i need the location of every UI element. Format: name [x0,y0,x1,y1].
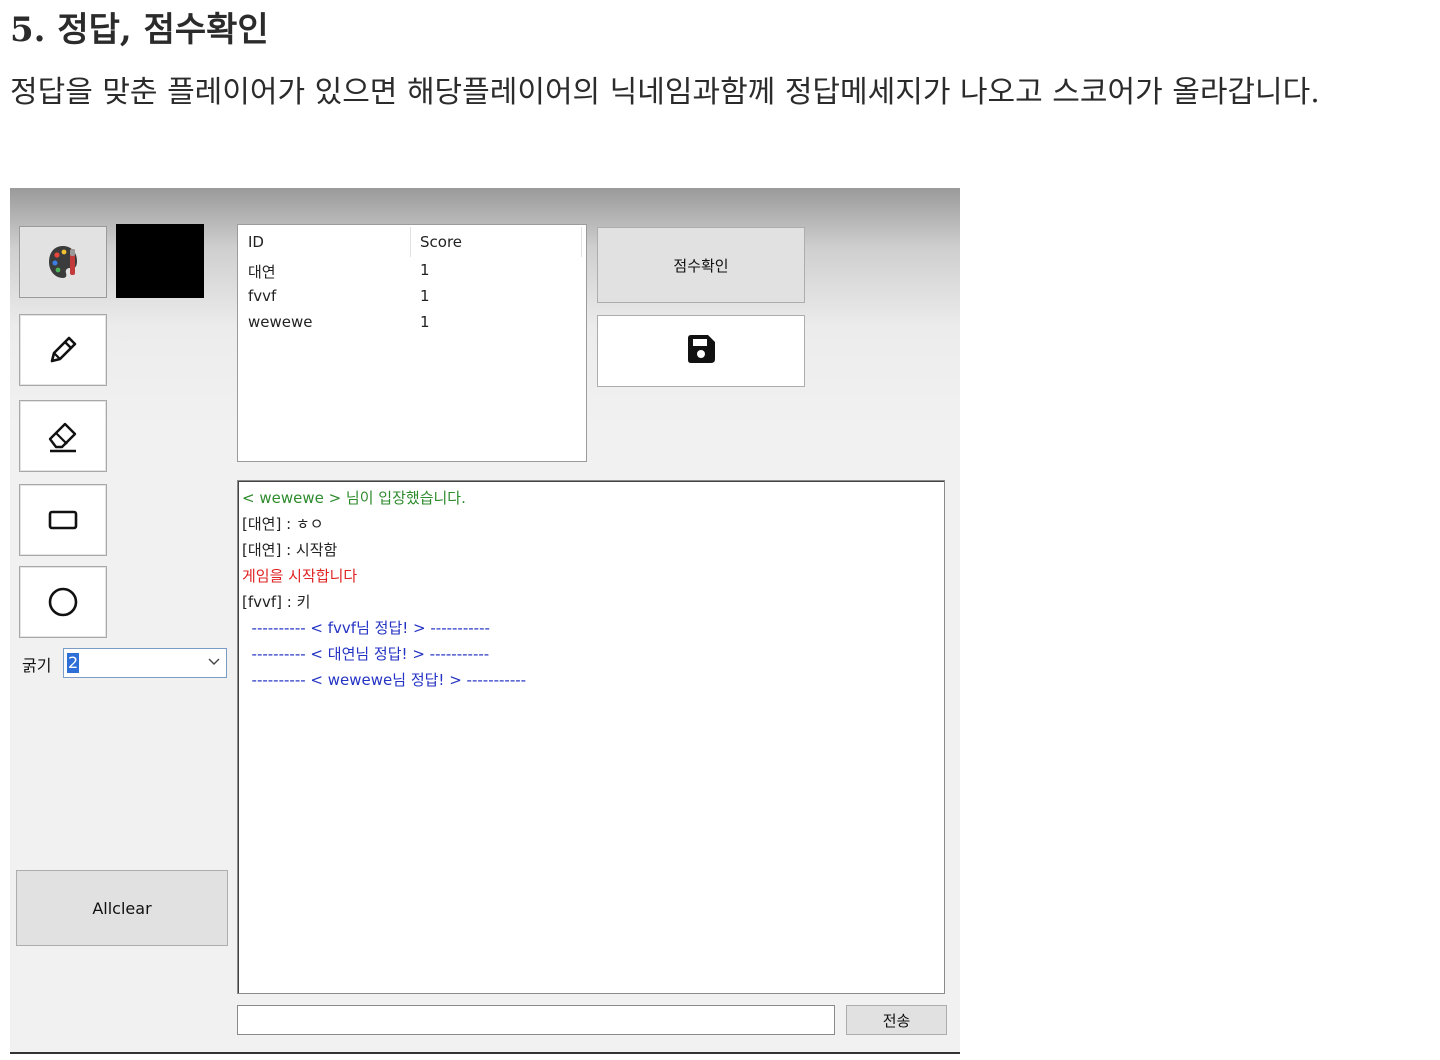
rectangle-button[interactable] [19,484,107,556]
chat-line: [대연] : 시작함 [242,541,338,559]
player-id: wewewe [248,313,313,331]
thickness-value: 2 [67,653,80,673]
allclear-button[interactable]: Allclear [16,870,228,946]
send-button[interactable]: 전송 [846,1005,947,1035]
check-score-button[interactable]: 점수확인 [597,227,805,303]
pencil-icon [46,333,80,367]
player-score: 1 [420,313,430,331]
rectangle-icon [47,508,79,532]
circle-icon [46,585,80,619]
palette-button[interactable] [19,226,107,298]
score-row[interactable]: 대연 1 [238,259,583,285]
save-button[interactable] [597,315,805,387]
thickness-select[interactable]: 2 [63,648,227,678]
column-divider [410,227,411,257]
chevron-down-icon[interactable] [208,655,220,669]
player-score: 1 [420,287,430,305]
chat-log[interactable]: < wewewe > 님이 입장했습니다. [대연] : ㅎㅇ [대연] : 시… [237,480,945,994]
column-header-score[interactable]: Score [420,233,462,251]
pencil-button[interactable] [19,314,107,386]
eraser-icon [46,419,80,453]
app-window: 굵기 2 Allclear ID Score 대연 1 fvvf 1 wewew… [10,188,960,1054]
chat-line: 게임을 시작합니다 [242,567,358,585]
player-score: 1 [420,261,430,279]
player-id: 대연 [248,263,276,281]
score-row[interactable]: wewewe 1 [238,311,583,337]
circle-button[interactable] [19,566,107,638]
chat-line: ---------- < fvvf님 정답! > ----------- [242,619,490,637]
eraser-button[interactable] [19,400,107,472]
chat-line: [대연] : ㅎㅇ [242,515,324,533]
chat-line: ---------- < 대연님 정답! > ----------- [242,645,490,663]
score-row[interactable]: fvvf 1 [238,285,583,311]
score-list[interactable]: ID Score 대연 1 fvvf 1 wewewe 1 [237,224,587,462]
section-heading: 5. 정답, 점수확인 [10,10,269,50]
section-description: 정답을 맞춘 플레이어가 있으면 해당플레이어의 닉네임과함께 정답메세지가 나… [10,75,1320,110]
player-id: fvvf [248,287,277,305]
column-divider [581,227,582,257]
floppy-disk-icon [685,333,717,369]
chat-line: < wewewe > 님이 입장했습니다. [242,489,466,507]
chat-input[interactable] [237,1005,835,1035]
column-header-id[interactable]: ID [248,233,264,251]
score-list-header: ID Score [238,225,583,257]
palette-icon [46,243,80,281]
thickness-label: 굵기 [22,656,52,675]
chat-line: [fvvf] : 키 [242,593,311,611]
chat-line: ---------- < wewewe님 정답! > ----------- [242,671,527,689]
current-color-swatch[interactable] [116,224,204,298]
